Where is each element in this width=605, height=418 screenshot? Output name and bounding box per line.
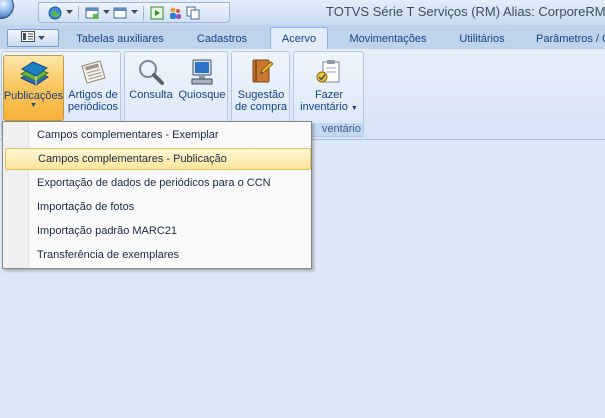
toolbar-separator xyxy=(78,5,79,20)
chevron-down-icon[interactable] xyxy=(130,5,138,21)
books-icon xyxy=(17,56,51,90)
clipboard-icon xyxy=(312,55,346,89)
fazer-inventario-button[interactable]: Fazer inventário ▼ xyxy=(296,55,362,121)
artigos-periodicos-button[interactable]: Artigos de periódicos xyxy=(65,55,121,121)
sugestao-compra-button[interactable]: Sugestão de compra xyxy=(234,55,288,121)
new-window-icon[interactable] xyxy=(84,5,100,21)
window-icon[interactable] xyxy=(112,5,128,21)
tab-cadastros[interactable]: Cadastros xyxy=(184,27,260,50)
chevron-down-icon: ▼ xyxy=(350,105,358,112)
artigos-label-line1: Artigos de xyxy=(68,89,118,101)
menu-item-transferencia-exemplares[interactable]: Transferência de exemplares xyxy=(5,244,311,266)
chevron-down-icon xyxy=(38,32,45,44)
menu-item-importacao-marc21[interactable]: Importação padrão MARC21 xyxy=(5,220,311,242)
menu-item-campos-exemplar[interactable]: Campos complementares - Exemplar xyxy=(5,124,311,146)
tab-utilitarios[interactable]: Utilitários xyxy=(446,27,518,50)
consulta-label: Consulta xyxy=(129,89,173,101)
newspaper-icon xyxy=(76,55,110,89)
tab-tabelas-auxiliares[interactable]: Tabelas auxiliares xyxy=(66,27,174,50)
artigos-label-line2: periódicos xyxy=(67,101,119,113)
quick-access-toolbar xyxy=(38,2,230,23)
quiosque-label: Quiosque xyxy=(178,89,226,101)
sugestao-label-line1: Sugestão xyxy=(237,89,285,101)
window-title: TOTVS Série T Serviços (RM) Alias: Corpo… xyxy=(326,4,605,19)
quiosque-button[interactable]: Quiosque xyxy=(177,55,227,121)
inventario-label-line1: Fazer xyxy=(314,89,344,101)
ribbon-tab-row: Tabelas auxiliares Cadastros Acervo Movi… xyxy=(0,25,605,50)
copy-icon[interactable] xyxy=(185,5,201,21)
title-bar: TOTVS Série T Serviços (RM) Alias: Corpo… xyxy=(0,0,605,25)
inventario-label-line2: inventário ▼ xyxy=(300,101,358,113)
application-orb-button[interactable] xyxy=(0,0,14,19)
publicacoes-dropdown-menu: Campos complementares - Exemplar Campos … xyxy=(2,121,312,269)
users-icon[interactable] xyxy=(167,5,183,21)
tab-acervo[interactable]: Acervo xyxy=(270,27,328,50)
publicacoes-button[interactable]: Publicações ▼ xyxy=(3,55,64,121)
panel-icon xyxy=(21,31,35,45)
menu-item-campos-publicacao[interactable]: Campos complementares - Publicação xyxy=(5,148,311,170)
computer-icon xyxy=(185,55,219,89)
tab-movimentacoes[interactable]: Movimentações xyxy=(338,27,438,50)
menu-button[interactable] xyxy=(7,29,59,47)
menu-item-importacao-fotos[interactable]: Importação de fotos xyxy=(5,196,311,218)
consulta-button[interactable]: Consulta xyxy=(127,55,175,121)
magnifier-icon xyxy=(134,55,168,89)
chevron-down-icon: ▼ xyxy=(30,102,37,109)
menu-item-exportacao-ccn[interactable]: Exportação de dados de periódicos para o… xyxy=(5,172,311,194)
toolbar-separator xyxy=(143,5,144,20)
globe-icon[interactable] xyxy=(47,5,63,21)
sugestao-label-line2: de compra xyxy=(235,101,287,113)
run-icon[interactable] xyxy=(149,5,165,21)
chevron-down-icon[interactable] xyxy=(102,5,110,21)
tab-parametros[interactable]: Parâmetros / C xyxy=(526,27,605,50)
inventario-label-text: inventário xyxy=(300,101,348,113)
notebook-icon xyxy=(244,55,278,89)
publicacoes-label: Publicações xyxy=(3,90,64,102)
chevron-down-icon[interactable] xyxy=(65,5,73,21)
